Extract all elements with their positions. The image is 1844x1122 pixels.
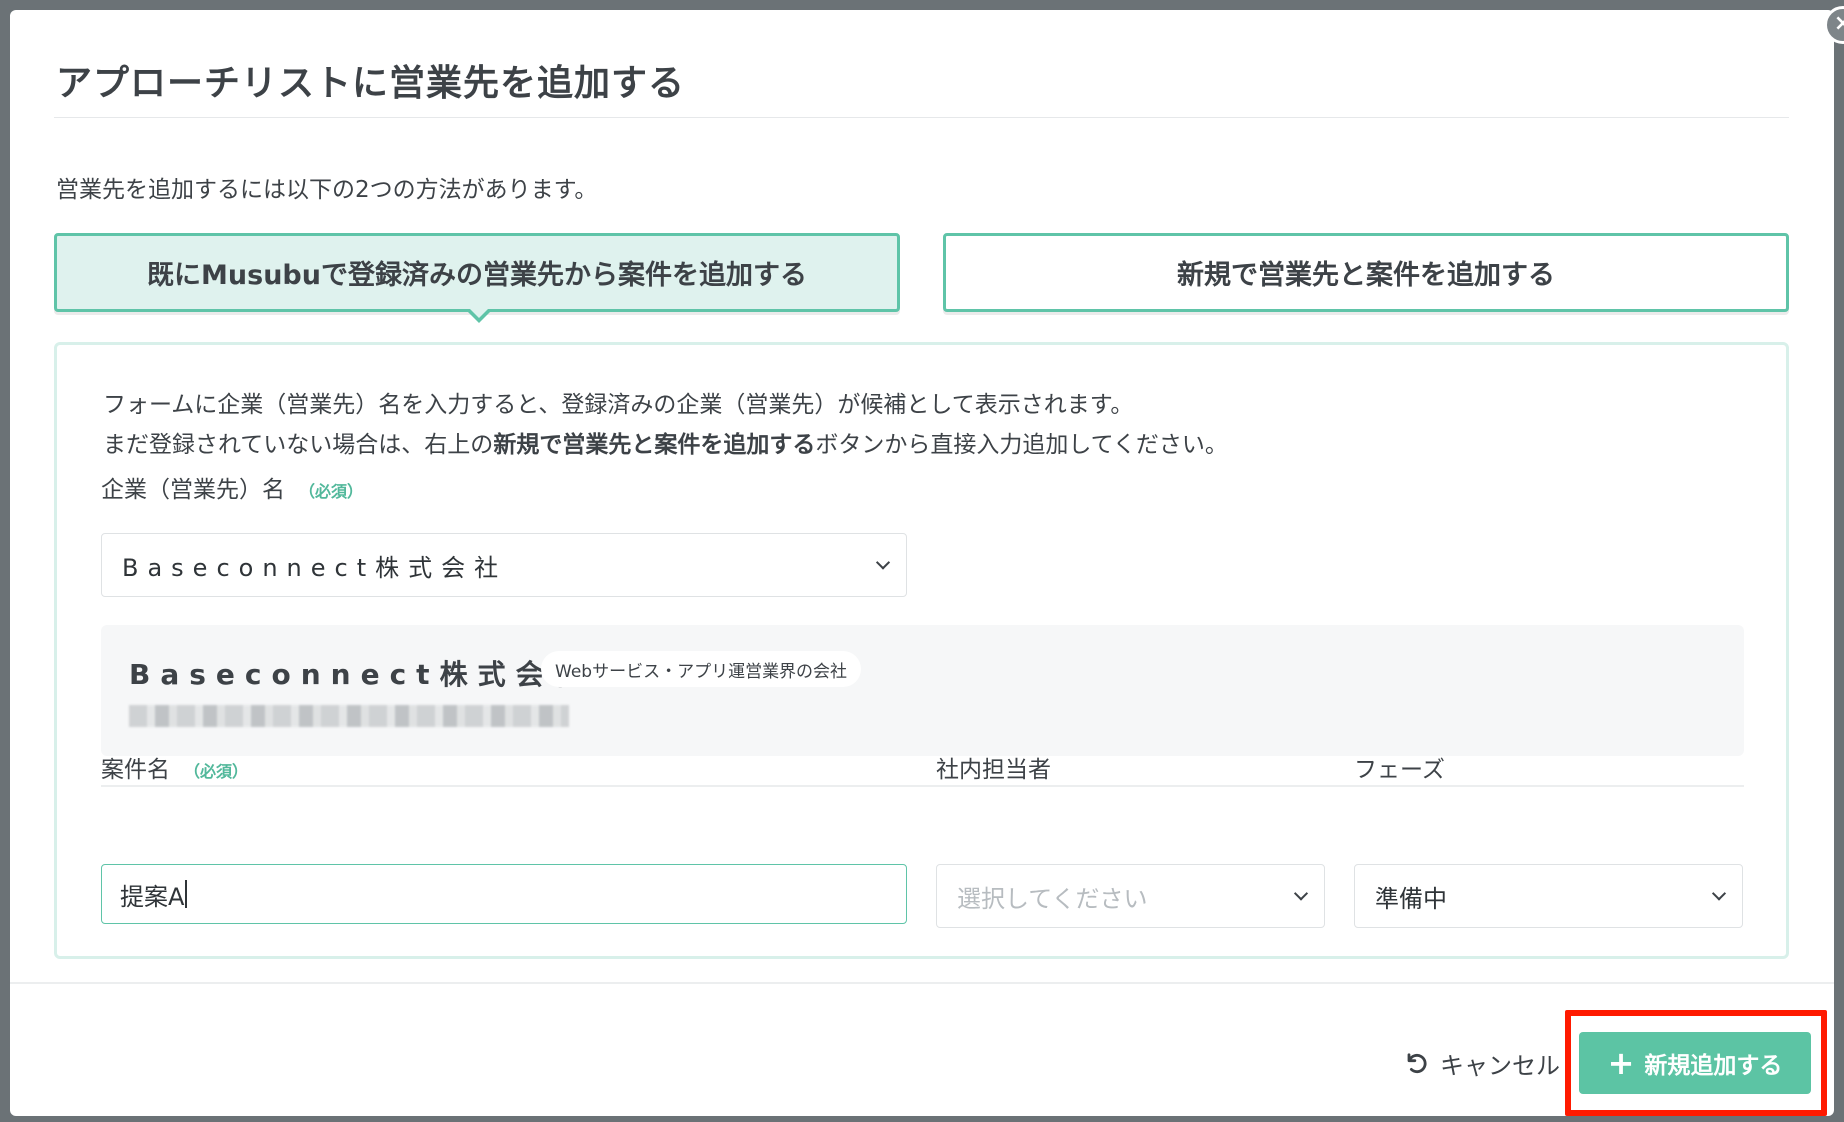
chevron-down-icon xyxy=(875,555,891,570)
company-select-value: Baseconnect株式会社 xyxy=(122,553,508,582)
staff-select-placeholder: 選択してください xyxy=(957,884,1148,913)
help-line-2-suffix: ボタンから直接入力追加してください。 xyxy=(815,432,1228,458)
deal-name-input[interactable]: 提案A xyxy=(101,864,907,924)
add-new-label: 新規追加する xyxy=(1644,1053,1783,1079)
modal-dialog: × アプローチリストに営業先を追加する 営業先を追加するには以下の2つの方法があ… xyxy=(10,6,1844,1116)
panel-divider xyxy=(101,785,1744,787)
company-select[interactable]: Baseconnect株式会社 xyxy=(101,533,907,597)
undo-icon xyxy=(1407,1053,1427,1074)
required-badge: （必須） xyxy=(184,762,249,781)
intro-text: 営業先を追加するには以下の2つの方法があります。 xyxy=(56,177,598,203)
staff-field-label: 社内担当者 xyxy=(936,757,1051,783)
tab-active-pointer-fill xyxy=(469,308,489,318)
help-text: フォームに企業（営業先）名を入力すると、登録済みの企業（営業先）が候補として表示… xyxy=(103,385,1228,465)
company-field-label: 企業（営業先）名 （必須） xyxy=(101,470,363,504)
cancel-button[interactable]: キャンセル xyxy=(1402,1045,1560,1081)
industry-badge: Webサービス・アプリ運営業界の会社 xyxy=(541,651,862,687)
footer-divider xyxy=(10,982,1834,984)
staff-select[interactable]: 選択してください xyxy=(936,864,1325,928)
tab-new-company[interactable]: 新規で営業先と案件を追加する xyxy=(943,233,1789,312)
phase-select[interactable]: 準備中 xyxy=(1354,864,1743,928)
deal-label-text: 案件名 xyxy=(101,757,170,783)
plus-icon: + xyxy=(1607,1044,1635,1082)
deal-name-value: 提案A xyxy=(120,882,185,911)
tab-existing-company[interactable]: 既にMusubuで登録済みの営業先から案件を追加する xyxy=(54,233,900,312)
phase-field-label: フェーズ xyxy=(1354,757,1445,783)
form-panel: フォームに企業（営業先）名を入力すると、登録済みの企業（営業先）が候補として表示… xyxy=(54,342,1789,959)
company-card-name: Baseconnect株式会社 xyxy=(129,658,592,691)
tab-new-label: 新規で営業先と案件を追加する xyxy=(1177,260,1555,291)
chevron-down-icon xyxy=(1711,886,1727,901)
chevron-down-icon xyxy=(1293,886,1309,901)
title-divider xyxy=(54,117,1789,118)
text-caret xyxy=(185,880,188,908)
tab-existing-label: 既にMusubuで登録済みの営業先から案件を追加する xyxy=(147,260,807,291)
add-new-button[interactable]: + 新規追加する xyxy=(1579,1032,1811,1094)
company-label-text: 企業（営業先）名 xyxy=(101,477,285,503)
deal-field-label: 案件名 （必須） xyxy=(101,750,248,784)
phase-select-value: 準備中 xyxy=(1375,884,1447,913)
required-badge: （必須） xyxy=(299,482,364,501)
redacted-address xyxy=(129,705,569,727)
close-icon[interactable]: × xyxy=(1824,6,1844,44)
company-card: Baseconnect株式会社 Webサービス・アプリ運営業界の会社 xyxy=(101,625,1744,756)
help-line-2: まだ登録されていない場合は、右上の新規で営業先と案件を追加するボタンから直接入力… xyxy=(103,425,1228,465)
modal-title: アプローチリストに営業先を追加する xyxy=(56,63,686,104)
help-line-1: フォームに企業（営業先）名を入力すると、登録済みの企業（営業先）が候補として表示… xyxy=(103,392,1134,418)
help-line-2-prefix: まだ登録されていない場合は、右上の xyxy=(103,432,494,458)
cancel-label: キャンセル xyxy=(1440,1051,1560,1080)
help-line-2-bold: 新規で営業先と案件を追加する xyxy=(493,432,816,458)
